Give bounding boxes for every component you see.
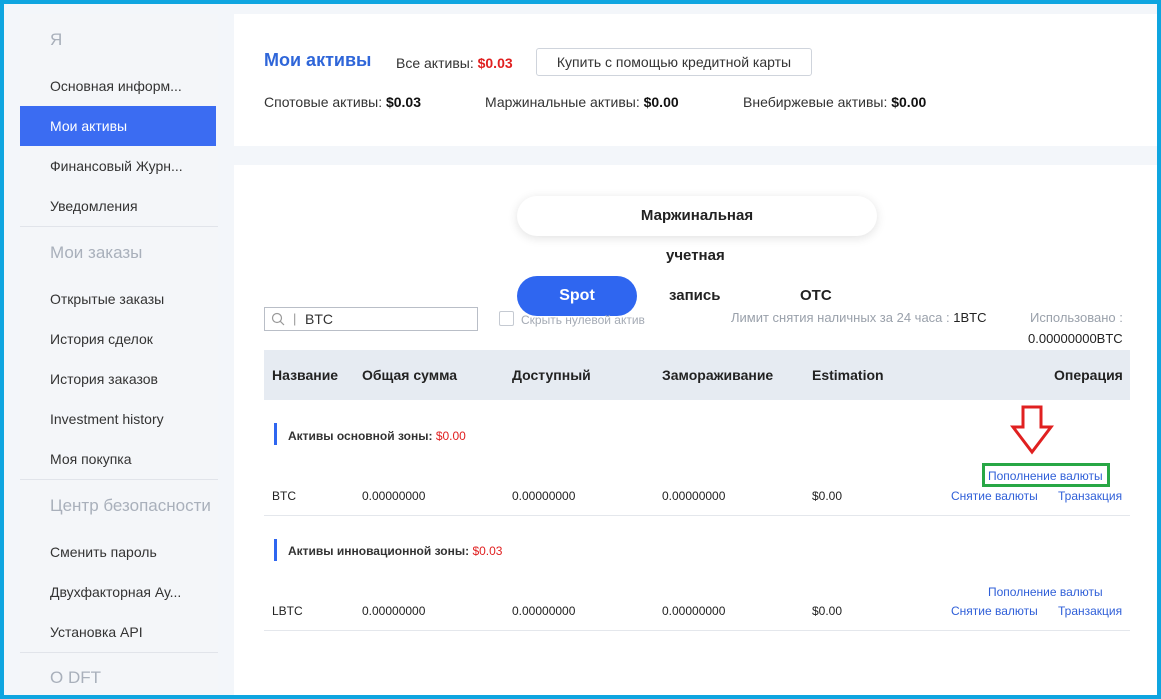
zone-main-value: $0.00 — [435, 429, 466, 443]
sidebar-item-my-assets[interactable]: Мои активы — [20, 106, 216, 146]
margin-assets: Маржинальные активы: $0.00 — [485, 94, 679, 110]
cell-total: 0.00000000 — [362, 604, 426, 618]
column-available: Доступный — [512, 367, 591, 383]
sidebar-item-open-orders[interactable]: Открытые заказы — [20, 279, 216, 319]
sidebar-item-change-password[interactable]: Сменить пароль — [20, 532, 216, 572]
column-operation: Операция — [1054, 367, 1123, 383]
withdraw-limit-label: Лимит снятия наличных за 24 часа : — [731, 310, 950, 325]
margin-assets-value: $0.00 — [643, 94, 679, 110]
zone-main: Активы основной зоны: $0.00 — [288, 429, 466, 443]
tab-margin-line2[interactable]: учетная — [666, 247, 725, 264]
cell-name: LBTC — [272, 604, 303, 618]
withdraw-link-lbtc[interactable]: Снятие валюты — [951, 604, 1038, 618]
search-icon — [271, 312, 285, 326]
sidebar-item-finance-journal[interactable]: Финансовый Журн... — [20, 146, 216, 186]
row-divider — [264, 630, 1130, 631]
sidebar-item-api[interactable]: Установка API — [20, 612, 216, 652]
sidebar-divider — [20, 479, 218, 480]
zone-innovation: Активы инновационной зоны: $0.03 — [288, 544, 502, 558]
tab-spot[interactable]: Spot — [517, 276, 637, 316]
used-label: Использовано : — [1030, 310, 1123, 325]
sidebar-section-security: Центр безопасности — [50, 496, 211, 515]
withdraw-link-btc[interactable]: Снятие валюты — [951, 489, 1038, 503]
otc-assets-value: $0.00 — [891, 94, 927, 110]
transfer-link-btc[interactable]: Транзакция — [1058, 489, 1122, 503]
withdraw-limit: Лимит снятия наличных за 24 часа : 1BTC — [731, 310, 987, 325]
zone-innovation-label: Активы инновационной зоны: — [288, 544, 470, 558]
search-separator: | — [293, 311, 297, 326]
zone-main-label: Активы основной зоны: — [288, 429, 433, 443]
assets-table-card: Маржинальная учетная Spot запись OTC | С… — [234, 165, 1157, 695]
total-assets: Все активы: $0.03 — [396, 55, 513, 71]
hide-zero-checkbox[interactable] — [499, 311, 514, 326]
search-box[interactable]: | — [264, 307, 478, 331]
withdraw-limit-value: 1BTC — [953, 310, 987, 325]
sidebar-item-my-purchase[interactable]: Моя покупка — [20, 439, 216, 479]
zone-innovation-value: $0.03 — [472, 544, 503, 558]
used-value: 0.00000000BTC — [1028, 331, 1123, 346]
cell-estimation: $0.00 — [812, 489, 843, 503]
deposit-link-btc[interactable]: Пополнение валюты — [988, 469, 1103, 483]
window-frame: Я Основная информ... Мои активы Финансов… — [0, 0, 1161, 699]
total-assets-label: Все активы: — [396, 55, 474, 71]
sidebar-divider — [20, 226, 218, 227]
sidebar-item-trade-history[interactable]: История сделок — [20, 319, 216, 359]
buy-with-card-button[interactable]: Купить с помощью кредитной карты — [536, 48, 812, 76]
zone-marker — [274, 539, 277, 561]
tab-otc[interactable]: OTC — [800, 287, 832, 304]
sidebar-item-basic-info[interactable]: Основная информ... — [20, 66, 216, 106]
cell-available: 0.00000000 — [512, 604, 576, 618]
table-header: Название Общая сумма Доступный Заморажив… — [264, 350, 1130, 400]
sidebar-section-about: О DFT — [50, 668, 101, 687]
otc-assets-label: Внебиржевые активы: — [743, 94, 888, 110]
column-frozen: Замораживание — [662, 367, 774, 383]
column-estimation: Estimation — [812, 367, 884, 383]
column-total: Общая сумма — [362, 367, 458, 383]
margin-assets-label: Маржинальные активы: — [485, 94, 640, 110]
tab-margin[interactable]: Маржинальная — [517, 196, 877, 236]
spot-assets: Спотовые активы: $0.03 — [264, 94, 421, 110]
sidebar-section-me: Я — [50, 30, 63, 49]
sidebar-item-notifications[interactable]: Уведомления — [20, 186, 216, 226]
page-title: Мои активы — [264, 50, 372, 70]
sidebar-section-orders: Мои заказы — [50, 243, 143, 262]
row-divider — [264, 515, 1130, 516]
hide-zero-label: Скрыть нулевой актив — [521, 313, 645, 327]
sidebar-item-investment-history[interactable]: Investment history — [20, 399, 216, 439]
column-name: Название — [272, 367, 339, 383]
otc-assets: Внебиржевые активы: $0.00 — [743, 94, 926, 110]
arrow-down-icon — [1009, 405, 1055, 460]
sidebar-item-order-history[interactable]: История заказов — [20, 359, 216, 399]
sidebar-divider — [20, 652, 218, 653]
total-assets-value: $0.03 — [477, 55, 513, 71]
spot-assets-label: Спотовые активы: — [264, 94, 383, 110]
spot-assets-value: $0.03 — [385, 94, 422, 110]
cell-total: 0.00000000 — [362, 489, 426, 503]
cell-estimation: $0.00 — [812, 604, 843, 618]
cell-name: BTC — [272, 489, 296, 503]
cell-frozen: 0.00000000 — [662, 604, 726, 618]
cell-frozen: 0.00000000 — [662, 489, 726, 503]
transfer-link-lbtc[interactable]: Транзакция — [1058, 604, 1122, 618]
cell-available: 0.00000000 — [512, 489, 576, 503]
assets-summary-card: Мои активы Все активы: $0.03 Купить с по… — [234, 14, 1157, 146]
sidebar-item-2fa[interactable]: Двухфакторная Ау... — [20, 572, 216, 612]
zone-marker — [274, 423, 277, 445]
deposit-link-lbtc[interactable]: Пополнение валюты — [988, 585, 1103, 599]
tab-margin-line3[interactable]: запись — [669, 287, 720, 304]
sidebar: Я Основная информ... Мои активы Финансов… — [20, 14, 218, 695]
search-input[interactable] — [305, 310, 470, 328]
